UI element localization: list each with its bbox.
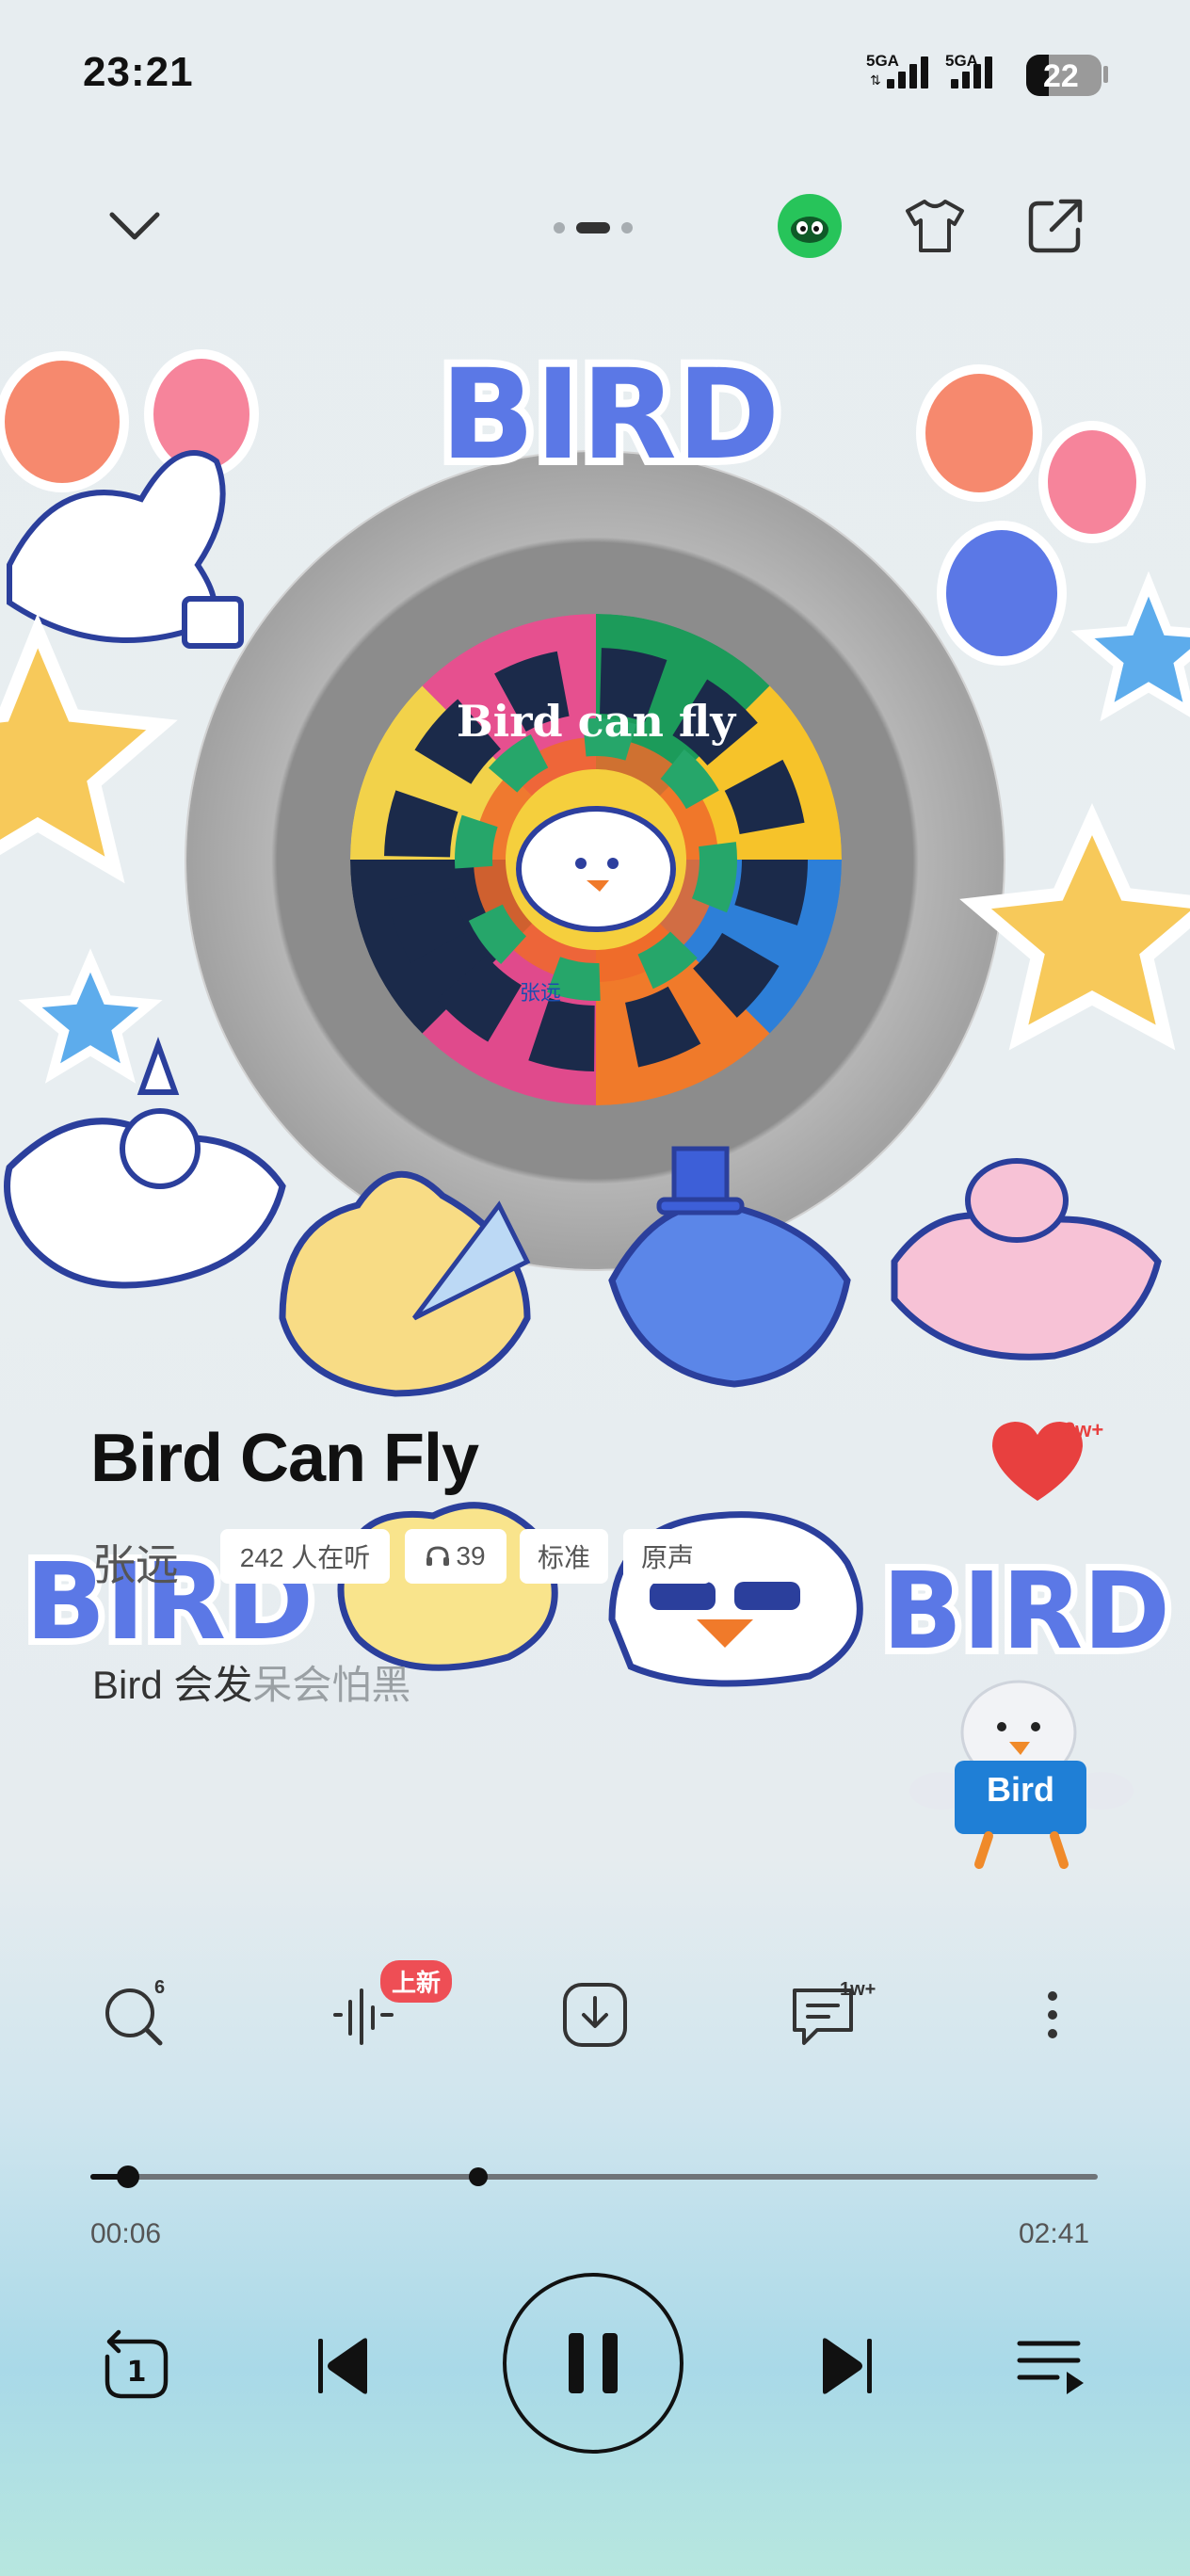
headphones-count-tag[interactable]: 39 bbox=[405, 1529, 507, 1584]
collapse-button[interactable] bbox=[102, 193, 168, 259]
lyric-unsung: 呆会怕黑 bbox=[252, 1663, 411, 1707]
new-badge: 上新 bbox=[380, 1960, 453, 2003]
pause-button[interactable] bbox=[503, 2273, 683, 2454]
share-icon bbox=[1028, 199, 1083, 253]
artist-name[interactable]: 张远 bbox=[92, 1531, 179, 1593]
song-title: Bird Can Fly bbox=[90, 1421, 479, 1496]
battery-icon: 22 bbox=[1026, 55, 1102, 96]
headphones-icon bbox=[426, 1546, 450, 1566]
progress-marker bbox=[469, 2167, 488, 2186]
pause-icon bbox=[569, 2333, 618, 2393]
star-right-icon bbox=[959, 802, 1190, 1051]
listening-count-tag[interactable]: 242 人在听 bbox=[220, 1529, 390, 1584]
repeat-count: 1 bbox=[127, 2356, 147, 2389]
battery-tip bbox=[1103, 66, 1108, 83]
sticker-bird-text-right: BIRD bbox=[882, 1551, 1170, 1673]
lyric-line[interactable]: Bird 会发呆会怕黑 bbox=[92, 1653, 410, 1711]
lyric-sung: Bird 会发 bbox=[92, 1663, 253, 1707]
progress-track[interactable] bbox=[90, 2174, 1098, 2180]
more-button[interactable] bbox=[1015, 1977, 1090, 2053]
playlist-button[interactable] bbox=[1009, 2324, 1094, 2408]
mascot-avatar-button[interactable] bbox=[778, 194, 842, 258]
like-count: 2w+ bbox=[1064, 1418, 1104, 1441]
balloons-right-icon bbox=[916, 364, 1146, 666]
star-blue-right-icon bbox=[1070, 571, 1190, 722]
green-mascot-icon bbox=[791, 217, 828, 243]
download-button[interactable] bbox=[557, 1977, 633, 2053]
party-bird-pink-sticker-icon bbox=[891, 1158, 1162, 1360]
more-vertical-icon bbox=[1048, 1991, 1057, 2038]
previous-button[interactable] bbox=[299, 2324, 384, 2408]
page-dot bbox=[621, 222, 633, 233]
version-tag[interactable]: 原声 bbox=[623, 1529, 712, 1584]
party-bird-yellow-sticker-icon bbox=[279, 1170, 531, 1397]
chevron-down-icon bbox=[109, 212, 160, 240]
download-icon bbox=[563, 1983, 627, 2047]
total-duration: 02:41 bbox=[1019, 2218, 1090, 2249]
repeat-one-button[interactable]: 1 bbox=[94, 2324, 179, 2408]
comments-count: 1w+ bbox=[840, 1979, 876, 2000]
skip-previous-icon bbox=[318, 2338, 367, 2394]
progress-thumb[interactable] bbox=[116, 2165, 139, 2188]
mascot-3d-sticker[interactable]: Bird bbox=[904, 1657, 1139, 1874]
repeat-one-icon: 1 bbox=[105, 2329, 169, 2399]
quality-tag[interactable]: 标准 bbox=[520, 1529, 608, 1584]
elapsed-time: 00:06 bbox=[90, 2218, 162, 2249]
battery-level: 22 bbox=[1043, 58, 1079, 94]
page-indicator[interactable] bbox=[554, 222, 633, 233]
sticker-bird-text-top: BIRD bbox=[441, 343, 780, 488]
status-time: 23:21 bbox=[83, 49, 194, 95]
skip-next-icon bbox=[823, 2338, 872, 2394]
magician-bird-blue-sticker-icon bbox=[608, 1146, 851, 1388]
signal-icon-2 bbox=[951, 56, 992, 89]
mascot-3d-icon bbox=[909, 1680, 1134, 1869]
playlist-icon bbox=[1017, 2341, 1084, 2394]
signal-icon-1: ⇅ bbox=[870, 56, 928, 89]
mascot-sign-text: Bird bbox=[987, 1770, 1054, 1809]
star-left-icon bbox=[0, 613, 178, 884]
skin-button[interactable] bbox=[902, 193, 968, 259]
page-dot bbox=[554, 222, 565, 233]
star-blue-left-icon bbox=[18, 948, 163, 1084]
next-button[interactable] bbox=[806, 2324, 891, 2408]
headphones-count: 39 bbox=[456, 1541, 486, 1570]
tshirt-icon bbox=[906, 200, 964, 252]
share-button[interactable] bbox=[1022, 193, 1088, 259]
search-count: 6 bbox=[154, 1977, 166, 1998]
page-dot-active bbox=[576, 222, 610, 233]
